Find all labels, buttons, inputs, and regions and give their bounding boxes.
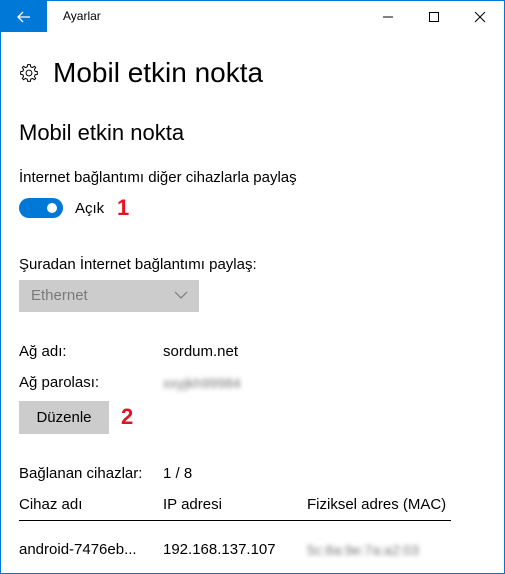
close-button[interactable] (457, 1, 503, 32)
table-divider (19, 520, 451, 521)
section-title: Mobil etkin nokta (19, 120, 185, 145)
network-name-value: sordum.net (163, 343, 239, 360)
gear-icon (20, 64, 38, 82)
column-header-mac: Fiziksel adres (MAC) (307, 496, 447, 513)
title-bar: Ayarlar (1, 1, 504, 32)
network-password-label: Ağ parolası: (19, 374, 100, 391)
network-name-label: Ağ adı: (19, 343, 67, 360)
annotation-1: 1 (117, 195, 130, 220)
connected-devices-label: Bağlanan cihazlar: (19, 465, 143, 482)
settings-window: Ayarlar Mobil etkin nokta Mobil etkin no… (0, 0, 505, 574)
device-ip-cell: 192.168.137.107 (163, 541, 276, 558)
source-dropdown[interactable]: Ethernet (19, 280, 199, 312)
network-password-value: xxyjkh99984 (163, 375, 241, 391)
toggle-knob (47, 203, 57, 213)
device-mac-cell: 5c:8a:9e:7a:a2:03 (307, 542, 420, 558)
toggle-state-label: Açık (75, 200, 105, 217)
close-icon (474, 11, 486, 22)
dropdown-value: Ethernet (31, 287, 88, 304)
back-arrow-icon (17, 11, 30, 22)
connected-devices-count: 1 / 8 (163, 465, 193, 482)
window-title: Ayarlar (63, 9, 101, 23)
chevron-down-icon (174, 291, 188, 299)
page-header: Mobil etkin nokta (19, 57, 263, 89)
column-header-ip: IP adresi (163, 496, 222, 513)
annotation-2: 2 (121, 404, 134, 429)
edit-button[interactable]: Düzenle (19, 401, 109, 434)
maximize-icon (429, 11, 439, 22)
share-label: İnternet bağlantımı diğer cihazlarla pay… (19, 169, 297, 186)
maximize-button[interactable] (411, 1, 457, 32)
share-toggle[interactable] (19, 198, 63, 218)
minimize-icon (383, 16, 393, 17)
back-button[interactable] (1, 1, 47, 32)
source-label: Şuradan İnternet bağlantımı paylaş: (19, 256, 257, 273)
column-header-device-name: Cihaz adı (19, 496, 83, 513)
device-name-cell: android-7476eb... (19, 541, 137, 558)
minimize-button[interactable] (365, 1, 411, 32)
page-title: Mobil etkin nokta (53, 57, 264, 88)
